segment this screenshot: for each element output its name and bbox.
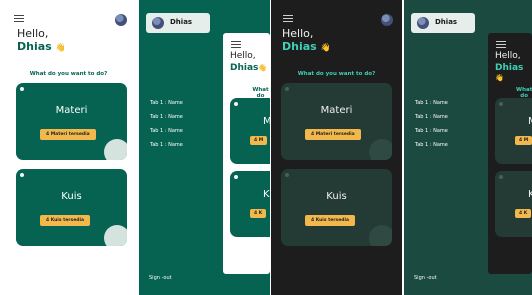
drawer-tab-item[interactable]: Tab 1 : Name — [150, 128, 183, 134]
materi-card-title: M — [263, 116, 270, 127]
signout-button[interactable]: Sign -out — [414, 275, 437, 281]
materi-card-title: Materi — [320, 105, 353, 116]
kuis-card[interactable]: K 4 K — [495, 171, 532, 237]
greeting-text: Hello, — [282, 27, 314, 40]
drawer-screen-dark: Dhias Tab 1 : Name Tab 1 : Name Tab 1 : … — [404, 0, 532, 295]
waving-hand-icon: 👋 — [258, 64, 268, 72]
greeting-text: Hello, — [495, 51, 521, 61]
drawer-header: Dhias — [146, 13, 210, 33]
hamburger-menu-icon — [231, 41, 241, 49]
user-name-text: Dhias👋 — [495, 63, 524, 82]
user-avatar[interactable] — [381, 14, 393, 26]
kuis-count-badge: 4 Kuis tersedia — [40, 215, 91, 226]
materi-count-badge: 4 M — [515, 136, 532, 145]
home-preview-inset[interactable]: Hello, Dhias👋 What do M 4 M K 4 K — [488, 33, 532, 274]
question-text: What do you want to do? — [29, 71, 108, 77]
materi-card-title: Materi — [55, 105, 88, 116]
drawer-tab-item[interactable]: Tab 1 : Name — [150, 100, 183, 106]
drawer-screen-light: Dhias Tab 1 : Name Tab 1 : Name Tab 1 : … — [139, 0, 270, 295]
user-name-text: Dhias👋 — [230, 63, 268, 73]
kuis-card-title: K — [263, 189, 270, 200]
drawer-tab-item[interactable]: Tab 1 : Name — [415, 100, 448, 106]
card-dot — [285, 87, 289, 91]
drawer-tab-item[interactable]: Tab 1 : Name — [415, 142, 448, 148]
kuis-count-badge: 4 K — [250, 209, 267, 218]
materi-card[interactable]: M 4 M — [230, 98, 270, 164]
hamburger-menu-icon[interactable] — [283, 15, 293, 23]
card-dot — [285, 173, 289, 177]
drawer-header: Dhias — [411, 13, 475, 33]
drawer-user-name: Dhias — [435, 18, 458, 26]
signout-button[interactable]: Sign -out — [149, 275, 172, 281]
card-dot — [499, 175, 503, 179]
card-dot — [234, 175, 238, 179]
hamburger-menu-icon — [496, 41, 506, 49]
kuis-card-title: Kuis — [61, 191, 82, 202]
greeting-text: Hello, — [230, 51, 256, 61]
card-decoration-circle — [104, 225, 127, 246]
kuis-count-badge: 4 Kuis tersedia — [305, 215, 356, 226]
hamburger-menu-icon[interactable] — [14, 15, 24, 23]
materi-card[interactable]: Materi 4 Materi tersedia — [16, 83, 127, 160]
kuis-card-title: K — [528, 189, 532, 200]
home-screen-dark: Hello, Dhias 👋 What do you want to do? M… — [271, 0, 402, 295]
kuis-count-badge: 4 K — [515, 209, 532, 218]
home-preview-inset[interactable]: Hello, Dhias👋 What do M 4 M K 4 K — [223, 33, 270, 274]
materi-card[interactable]: Materi 4 Materi tersedia — [281, 83, 392, 160]
card-decoration-circle — [369, 225, 392, 246]
user-avatar[interactable] — [417, 17, 429, 29]
drawer-tab-item[interactable]: Tab 1 : Name — [150, 114, 183, 120]
materi-card[interactable]: M 4 M — [495, 98, 532, 164]
drawer-tab-item[interactable]: Tab 1 : Name — [415, 128, 448, 134]
waving-hand-icon: 👋 — [495, 74, 504, 82]
card-dot — [499, 102, 503, 106]
card-dot — [234, 102, 238, 106]
user-avatar[interactable] — [152, 17, 164, 29]
home-screen-light: Hello, Dhias 👋 What do you want to do? M… — [0, 0, 137, 295]
question-text: What do you want to do? — [297, 71, 376, 77]
drawer-tab-item[interactable]: Tab 1 : Name — [150, 142, 183, 148]
user-name-text: Dhias 👋 — [282, 40, 331, 53]
materi-count-badge: 4 M — [250, 136, 268, 145]
kuis-card[interactable]: K 4 K — [230, 171, 270, 237]
materi-card-title: M — [528, 116, 532, 127]
drawer-user-name: Dhias — [170, 18, 193, 26]
card-decoration-circle — [104, 139, 127, 160]
drawer-tab-item[interactable]: Tab 1 : Name — [415, 114, 448, 120]
user-avatar[interactable] — [115, 14, 127, 26]
waving-hand-icon: 👋 — [55, 43, 66, 52]
kuis-card[interactable]: Kuis 4 Kuis tersedia — [16, 169, 127, 246]
kuis-card[interactable]: Kuis 4 Kuis tersedia — [281, 169, 392, 246]
kuis-card-title: Kuis — [326, 191, 347, 202]
card-dot — [20, 87, 24, 91]
greeting-text: Hello, — [17, 27, 49, 40]
user-name-text: Dhias 👋 — [17, 40, 66, 53]
waving-hand-icon: 👋 — [320, 43, 331, 52]
card-decoration-circle — [369, 139, 392, 160]
card-dot — [20, 173, 24, 177]
materi-count-badge: 4 Materi tersedia — [305, 129, 361, 140]
materi-count-badge: 4 Materi tersedia — [40, 129, 96, 140]
